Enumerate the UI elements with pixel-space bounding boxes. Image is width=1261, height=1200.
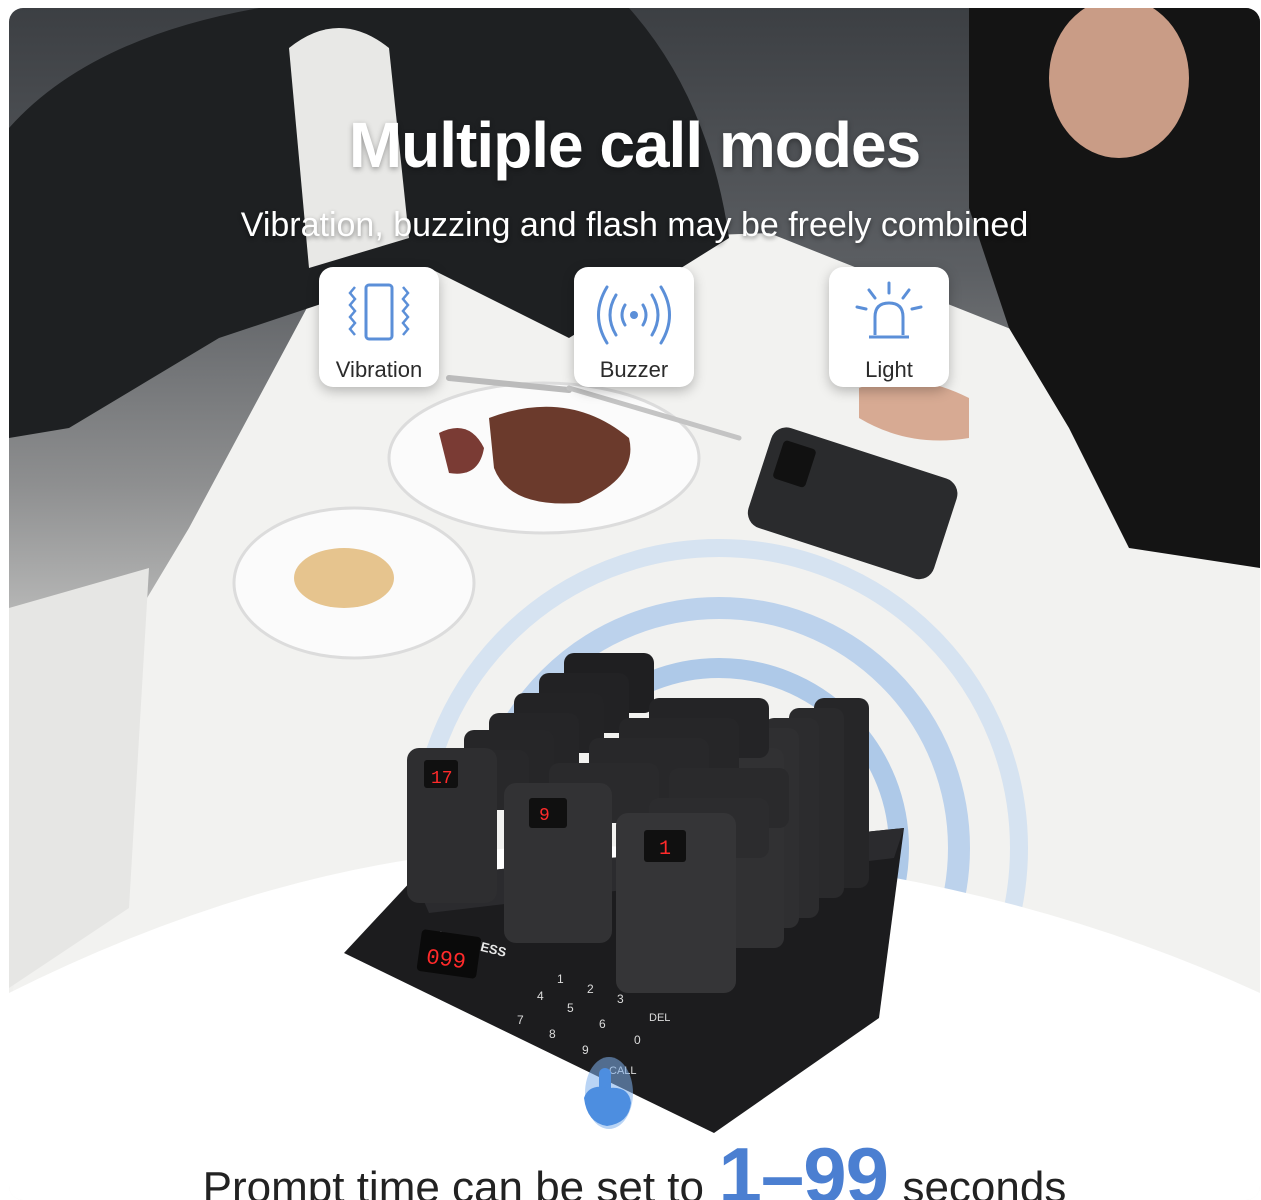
key-4[interactable]: 4 — [537, 989, 544, 1003]
key-2[interactable]: 2 — [587, 982, 594, 996]
mode-label-vibration: Vibration — [335, 357, 423, 382]
key-0[interactable]: 0 — [634, 1033, 641, 1047]
key-5[interactable]: 5 — [567, 1001, 574, 1015]
pager-1 — [616, 813, 736, 993]
pager-17-number: 17 — [431, 769, 453, 789]
light-icon — [855, 281, 923, 339]
pager-9-number: 9 — [539, 806, 550, 826]
prompt-text: Prompt time can be set to 1–99 seconds — [9, 1130, 1260, 1200]
key-3[interactable]: 3 — [617, 992, 624, 1006]
key-6[interactable]: 6 — [599, 1017, 606, 1031]
prompt-suffix: seconds — [902, 1163, 1067, 1200]
mode-label-buzzer: Buzzer — [599, 357, 669, 382]
mode-card-buzzer: Buzzer — [574, 267, 694, 387]
prompt-prefix: Prompt time can be set to — [202, 1163, 704, 1200]
key-del[interactable]: DEL — [649, 1012, 670, 1024]
pager-9 — [504, 783, 612, 943]
product-image: 17 9 1 RETEKESS 099 1 2 3 4 5 6 DEL 7 8 … — [9, 8, 1260, 1200]
page-title: Multiple call modes — [348, 109, 921, 181]
prompt-range: 1–99 — [718, 1131, 889, 1200]
vibration-icon — [348, 283, 410, 341]
key-9[interactable]: 9 — [582, 1043, 589, 1057]
pager-1-number: 1 — [659, 838, 671, 861]
key-7[interactable]: 7 — [517, 1013, 524, 1027]
key-1[interactable]: 1 — [557, 972, 564, 986]
mode-card-light: Light — [829, 267, 949, 387]
mode-label-light: Light — [865, 357, 913, 382]
buzzer-icon — [597, 285, 671, 345]
page-subtitle: Vibration, buzzing and flash may be free… — [240, 206, 1029, 244]
mode-card-vibration: Vibration — [319, 267, 439, 387]
key-8[interactable]: 8 — [549, 1027, 556, 1041]
transmitter-device: 17 9 1 RETEKESS 099 1 2 3 4 5 6 DEL 7 8 … — [344, 653, 904, 1133]
